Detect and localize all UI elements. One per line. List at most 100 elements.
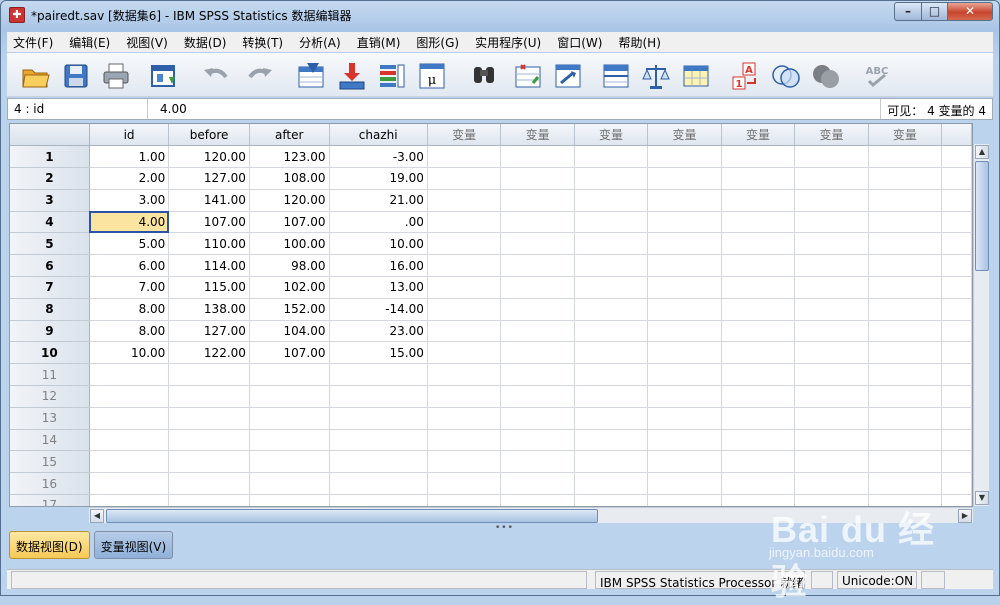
empty-cell[interactable]: [941, 341, 972, 365]
empty-cell[interactable]: [941, 450, 972, 474]
empty-cell[interactable]: [647, 494, 722, 506]
empty-cell[interactable]: [574, 145, 649, 169]
data-cell[interactable]: 107.00: [249, 211, 330, 234]
empty-cell[interactable]: [647, 341, 722, 365]
empty-cell[interactable]: [647, 254, 722, 278]
empty-cell[interactable]: [868, 363, 943, 387]
empty-cell[interactable]: [427, 167, 502, 190]
column-header-after[interactable]: after: [249, 124, 330, 147]
empty-cell[interactable]: [249, 472, 330, 496]
empty-cell[interactable]: [574, 407, 649, 430]
empty-cell[interactable]: [721, 320, 796, 343]
empty-cell[interactable]: [941, 189, 972, 212]
data-cell[interactable]: 120.00: [168, 145, 250, 169]
empty-cell[interactable]: [574, 450, 649, 474]
minimize-button[interactable]: –: [894, 2, 922, 21]
row-number[interactable]: 2: [10, 167, 90, 190]
empty-cell[interactable]: [89, 472, 170, 496]
data-cell[interactable]: 115.00: [168, 276, 250, 299]
data-cell[interactable]: 152.00: [249, 298, 330, 321]
empty-cell[interactable]: [868, 298, 943, 321]
scroll-left-icon[interactable]: ◀: [90, 509, 104, 523]
empty-cell[interactable]: [574, 276, 649, 299]
empty-cell[interactable]: [868, 450, 943, 474]
empty-cell[interactable]: [721, 472, 796, 496]
row-number[interactable]: 15: [10, 450, 90, 474]
data-cell[interactable]: 127.00: [168, 320, 250, 343]
empty-cell[interactable]: [868, 167, 943, 190]
save-icon[interactable]: [61, 61, 91, 91]
empty-cell[interactable]: [647, 211, 722, 234]
column-header-empty[interactable]: 变量: [427, 124, 502, 147]
menu-view[interactable]: 视图(V): [120, 34, 178, 51]
empty-cell[interactable]: [794, 232, 869, 256]
empty-cell[interactable]: [647, 232, 722, 256]
data-cell[interactable]: 107.00: [168, 211, 250, 234]
column-header-empty[interactable]: 变量: [647, 124, 722, 147]
empty-cell[interactable]: [794, 298, 869, 321]
empty-cell[interactable]: [249, 363, 330, 387]
horizontal-scroll-thumb[interactable]: [106, 509, 598, 523]
empty-cell[interactable]: [868, 145, 943, 169]
row-number[interactable]: 11: [10, 363, 90, 387]
empty-cell[interactable]: [427, 450, 502, 474]
variables-icon[interactable]: [377, 61, 407, 91]
empty-cell[interactable]: [941, 320, 972, 343]
empty-cell[interactable]: [427, 385, 502, 408]
empty-cell[interactable]: [168, 407, 250, 430]
spell-check-icon[interactable]: ABC: [863, 61, 893, 91]
scroll-right-icon[interactable]: ▶: [958, 509, 972, 523]
empty-cell[interactable]: [794, 211, 869, 234]
empty-cell[interactable]: [868, 211, 943, 234]
empty-cell[interactable]: [249, 494, 330, 506]
data-cell[interactable]: 3.00: [89, 189, 170, 212]
empty-cell[interactable]: [794, 494, 869, 506]
column-header-empty[interactable]: 变量: [794, 124, 869, 147]
empty-cell[interactable]: [89, 494, 170, 506]
row-number[interactable]: 10: [10, 341, 90, 365]
empty-cell[interactable]: [574, 320, 649, 343]
empty-cell[interactable]: [794, 385, 869, 408]
column-header-empty[interactable]: 变量: [868, 124, 943, 147]
empty-cell[interactable]: [249, 407, 330, 430]
data-cell[interactable]: 2.00: [89, 167, 170, 190]
weight-cases-icon[interactable]: [641, 61, 671, 91]
tab-data-view[interactable]: 数据视图(D): [9, 531, 90, 559]
data-cell[interactable]: 107.00: [249, 341, 330, 365]
data-cell[interactable]: 122.00: [168, 341, 250, 365]
close-button[interactable]: ✕: [947, 2, 993, 21]
column-header-empty[interactable]: 变量: [500, 124, 575, 147]
empty-cell[interactable]: [941, 429, 972, 452]
empty-cell[interactable]: [941, 472, 972, 496]
scroll-down-icon[interactable]: ▼: [975, 491, 989, 505]
menu-file[interactable]: 文件(F): [7, 34, 63, 51]
data-cell[interactable]: 5.00: [89, 232, 170, 256]
empty-cell[interactable]: [941, 232, 972, 256]
empty-cell[interactable]: [500, 363, 575, 387]
empty-cell[interactable]: [168, 472, 250, 496]
data-cell[interactable]: 6.00: [89, 254, 170, 278]
select-cases-icon[interactable]: [681, 61, 711, 91]
empty-cell[interactable]: [721, 145, 796, 169]
menu-help[interactable]: 帮助(H): [612, 34, 670, 51]
menu-data[interactable]: 数据(D): [178, 34, 237, 51]
data-cell[interactable]: 23.00: [329, 320, 428, 343]
empty-cell[interactable]: [647, 407, 722, 430]
empty-cell[interactable]: [500, 429, 575, 452]
empty-cell[interactable]: [500, 189, 575, 212]
empty-cell[interactable]: [647, 167, 722, 190]
split-file-icon[interactable]: [601, 61, 631, 91]
insert-cases-icon[interactable]: [513, 61, 543, 91]
empty-cell[interactable]: [721, 189, 796, 212]
empty-cell[interactable]: [427, 254, 502, 278]
row-number[interactable]: 13: [10, 407, 90, 430]
empty-cell[interactable]: [794, 145, 869, 169]
open-folder-icon[interactable]: [21, 61, 51, 91]
data-cell[interactable]: 19.00: [329, 167, 428, 190]
empty-cell[interactable]: [647, 189, 722, 212]
descriptives-icon[interactable]: μ: [417, 61, 447, 91]
empty-cell[interactable]: [868, 494, 943, 506]
empty-cell[interactable]: [168, 385, 250, 408]
pane-splitter-icon[interactable]: •••: [495, 523, 514, 533]
empty-cell[interactable]: [500, 450, 575, 474]
